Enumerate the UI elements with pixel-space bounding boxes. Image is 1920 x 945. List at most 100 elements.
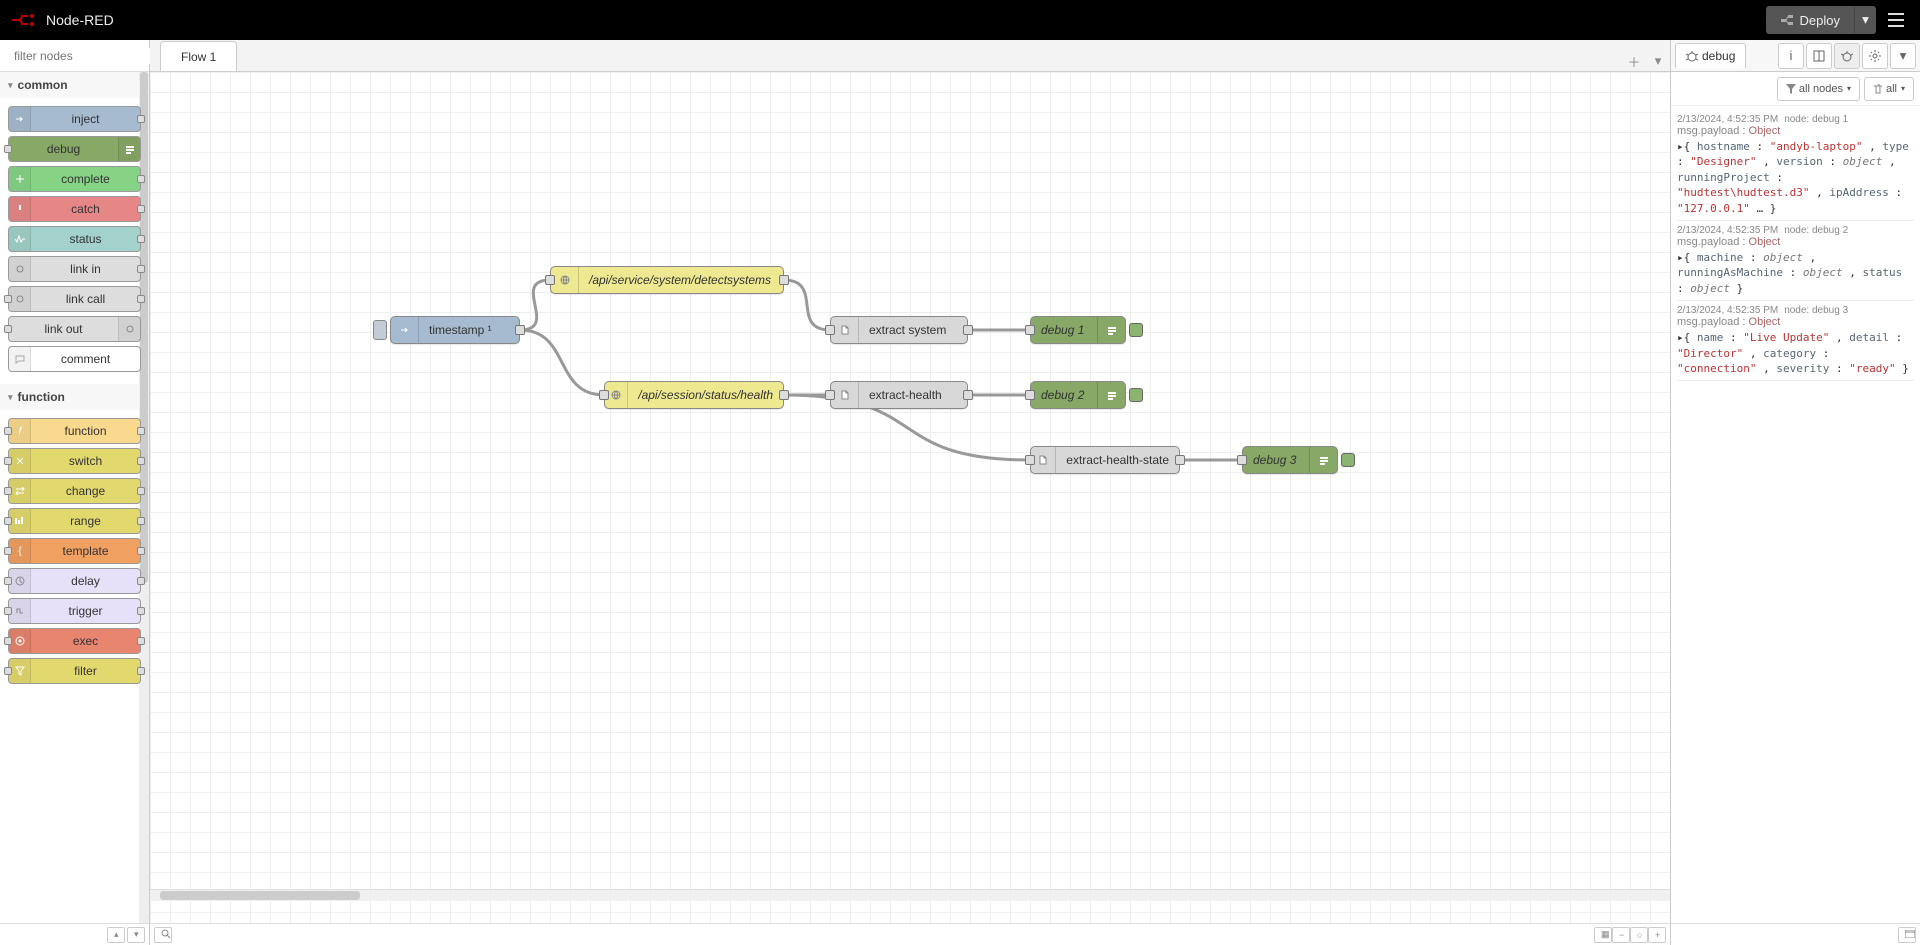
palette-node-label: filter <box>31 664 140 678</box>
palette-node-complete[interactable]: complete <box>8 166 141 192</box>
input-port[interactable] <box>545 275 555 285</box>
palette-node-range[interactable]: range <box>8 508 141 534</box>
category-header[interactable]: ▾common <box>0 72 149 98</box>
palette-node-link-out[interactable]: link out <box>8 316 141 342</box>
debug-window-button[interactable] <box>1898 927 1916 943</box>
debug-icon <box>118 137 140 161</box>
link-icon <box>118 317 140 341</box>
palette-node-exec[interactable]: exec <box>8 628 141 654</box>
flow-node-ex3[interactable]: extract-health-state <box>1030 446 1180 474</box>
input-port[interactable] <box>1025 325 1035 335</box>
palette-expand-button[interactable]: ▾ <box>127 927 145 943</box>
zoom-out-button[interactable]: − <box>1612 927 1630 943</box>
flow-list-button[interactable]: ▾ <box>1648 51 1668 71</box>
flow-node-api2[interactable]: /api/session/status/health <box>604 381 784 409</box>
palette-node-template[interactable]: {template <box>8 538 141 564</box>
flow-link[interactable] <box>520 330 604 395</box>
filter-input[interactable] <box>12 48 171 64</box>
palette-node-debug[interactable]: debug <box>8 136 141 162</box>
output-port[interactable] <box>515 325 525 335</box>
palette-node-label: switch <box>31 454 140 468</box>
input-port[interactable] <box>1237 455 1247 465</box>
input-port[interactable] <box>825 390 835 400</box>
flow-node-d2[interactable]: debug 2 <box>1030 381 1126 409</box>
inject-trigger-button[interactable] <box>373 320 387 340</box>
debug-filter-button[interactable]: all nodes▾ <box>1777 77 1860 101</box>
flow-tab[interactable]: Flow 1 <box>160 41 237 71</box>
hamburger-icon <box>1888 13 1904 27</box>
flow-node-ts[interactable]: timestamp ¹ <box>390 316 520 344</box>
output-port[interactable] <box>779 390 789 400</box>
debug-toggle-button[interactable] <box>1129 388 1143 402</box>
sidebar-debug-button[interactable] <box>1834 43 1860 69</box>
category-header[interactable]: ▾function <box>0 384 149 410</box>
workspace-hscroll[interactable] <box>150 889 1670 901</box>
debug-time: 2/13/2024, 4:52:35 PM <box>1677 305 1778 316</box>
flow-node-ex2[interactable]: extract-health <box>830 381 968 409</box>
debug-message[interactable]: 2/13/2024, 4:52:35 PMnode: debug 3msg.pa… <box>1677 301 1914 381</box>
output-port[interactable] <box>779 275 789 285</box>
deploy-caret-button[interactable]: ▾ <box>1854 6 1876 34</box>
sidebar-tab-debug[interactable]: debug <box>1675 43 1746 69</box>
workspace-footer: ▦ − ○ + <box>150 923 1670 945</box>
debug-node: node: debug 3 <box>1784 305 1848 316</box>
input-port[interactable] <box>825 325 835 335</box>
palette-node-link-in[interactable]: link in <box>8 256 141 282</box>
palette-node-label: function <box>31 424 140 438</box>
debug-toggle-button[interactable] <box>1341 453 1355 467</box>
palette-node-function[interactable]: ffunction <box>8 418 141 444</box>
debug-type: Object <box>1749 316 1781 328</box>
debug-toggle-button[interactable] <box>1129 323 1143 337</box>
debug-time: 2/13/2024, 4:52:35 PM <box>1677 225 1778 236</box>
palette-node-delay[interactable]: delay <box>8 568 141 594</box>
palette-node-link-call[interactable]: link call <box>8 286 141 312</box>
sidebar-more-button[interactable]: ▾ <box>1890 43 1916 69</box>
palette-collapse-button[interactable]: ▴ <box>107 927 125 943</box>
palette-node-comment[interactable]: comment <box>8 346 141 372</box>
palette-node-inject[interactable]: inject <box>8 106 141 132</box>
menu-button[interactable] <box>1882 6 1910 34</box>
flow-node-d3[interactable]: debug 3 <box>1242 446 1338 474</box>
sidebar-config-button[interactable] <box>1862 43 1888 69</box>
flow-node-label: extract system <box>859 323 967 337</box>
sidebar-info-button[interactable]: i <box>1778 43 1804 69</box>
palette: ▾common inject debug complete catch status lin… <box>0 40 150 945</box>
flow-node-ex1[interactable]: extract system <box>830 316 968 344</box>
palette-node-switch[interactable]: switch <box>8 448 141 474</box>
flow-link[interactable] <box>784 280 830 330</box>
view-grid-button[interactable]: ▦ <box>1594 927 1612 943</box>
flow-canvas[interactable]: timestamp ¹/api/service/system/detectsys… <box>150 72 1670 923</box>
flow-link[interactable] <box>520 280 550 330</box>
navigator-button[interactable] <box>154 927 172 943</box>
palette-node-trigger[interactable]: trigger <box>8 598 141 624</box>
debug-filter-label: all nodes <box>1799 83 1843 95</box>
palette-body: ▾common inject debug complete catch status lin… <box>0 72 149 923</box>
palette-node-filter[interactable]: filter <box>8 658 141 684</box>
deploy-button[interactable]: Deploy <box>1766 6 1854 34</box>
flow-node-api1[interactable]: /api/service/system/detectsystems <box>550 266 784 294</box>
palette-node-status[interactable]: status <box>8 226 141 252</box>
palette-node-change[interactable]: change <box>8 478 141 504</box>
flow-node-d1[interactable]: debug 1 <box>1030 316 1126 344</box>
app-title: Node-RED <box>46 12 114 28</box>
output-port[interactable] <box>1175 455 1185 465</box>
debug-message[interactable]: 2/13/2024, 4:52:35 PMnode: debug 2msg.pa… <box>1677 221 1914 301</box>
add-flow-button[interactable]: ＋ <box>1624 51 1644 71</box>
output-port[interactable] <box>963 390 973 400</box>
zoom-in-button[interactable]: + <box>1648 927 1666 943</box>
gear-icon <box>1869 50 1881 62</box>
zoom-reset-button[interactable]: ○ <box>1630 927 1648 943</box>
palette-node-label: catch <box>31 202 140 216</box>
flow-node-label: debug 1 <box>1031 323 1097 337</box>
input-port[interactable] <box>1025 390 1035 400</box>
catch-icon <box>9 197 31 221</box>
sidebar-help-button[interactable] <box>1806 43 1832 69</box>
input-port[interactable] <box>1025 455 1035 465</box>
debug-clear-label: all <box>1886 83 1897 95</box>
palette-node-catch[interactable]: catch <box>8 196 141 222</box>
debug-message[interactable]: 2/13/2024, 4:52:35 PMnode: debug 1msg.pa… <box>1677 110 1914 221</box>
output-port[interactable] <box>963 325 973 335</box>
palette-node-label: link out <box>9 322 118 336</box>
debug-clear-button[interactable]: all▾ <box>1864 77 1914 101</box>
input-port[interactable] <box>599 390 609 400</box>
